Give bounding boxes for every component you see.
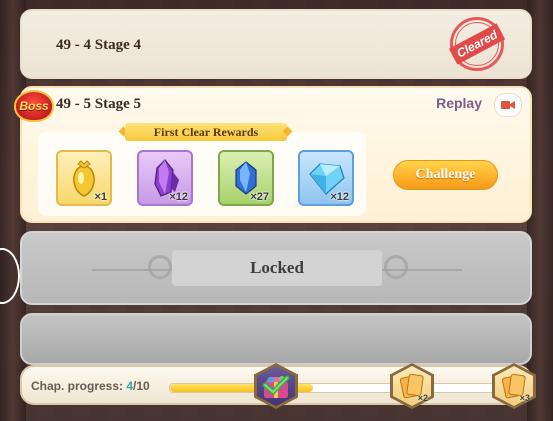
- progress-label: Chap. progress: 4/10: [31, 379, 150, 393]
- progress-total: /10: [133, 379, 150, 393]
- check-icon: [262, 375, 290, 395]
- reward-item[interactable]: ×1: [56, 150, 112, 206]
- reward-qty: ×27: [250, 191, 269, 203]
- progress-node-reward[interactable]: ×2: [390, 363, 434, 409]
- stage-card-locked: Locked: [20, 231, 532, 305]
- reward-qty: ×12: [169, 191, 188, 203]
- stage-card-locked: [20, 313, 532, 365]
- cleared-stamp: Cleared: [448, 17, 506, 71]
- reward-qty: ×12: [330, 191, 349, 203]
- swirl-ornament-icon: [384, 255, 408, 279]
- stage-title: 49 - 4 Stage 4: [56, 37, 141, 53]
- video-camera-icon[interactable]: [494, 93, 522, 117]
- rewards-header: First Clear Rewards: [125, 123, 287, 141]
- stage-card-cleared[interactable]: 49 - 4 Stage 4 Cleared: [20, 9, 532, 79]
- divider-right: [382, 269, 462, 271]
- reward-qty: ×1: [94, 191, 107, 203]
- chapter-progress-bar: Chap. progress: 4/10 ×2 ×3: [20, 363, 536, 409]
- boss-badge-icon: Boss: [14, 90, 54, 122]
- reward-item[interactable]: ×12: [298, 150, 354, 206]
- progress-node-reward[interactable]: [254, 363, 298, 409]
- replay-button[interactable]: Replay: [436, 95, 482, 111]
- swirl-ornament-icon: [148, 255, 172, 279]
- boss-badge-label: Boss: [19, 99, 49, 113]
- node-qty: ×2: [417, 393, 428, 403]
- reward-item[interactable]: ×27: [218, 150, 274, 206]
- stage-title: 49 - 5 Stage 5: [56, 96, 141, 112]
- cleared-stamp-label: Cleared: [448, 23, 506, 65]
- reward-item[interactable]: ×12: [137, 150, 193, 206]
- stage-card-boss[interactable]: Boss 49 - 5 Stage 5 Replay First Clear R…: [14, 86, 532, 223]
- progress-track: [169, 383, 511, 393]
- challenge-button[interactable]: Challenge: [393, 160, 498, 190]
- locked-label: Locked: [172, 250, 382, 286]
